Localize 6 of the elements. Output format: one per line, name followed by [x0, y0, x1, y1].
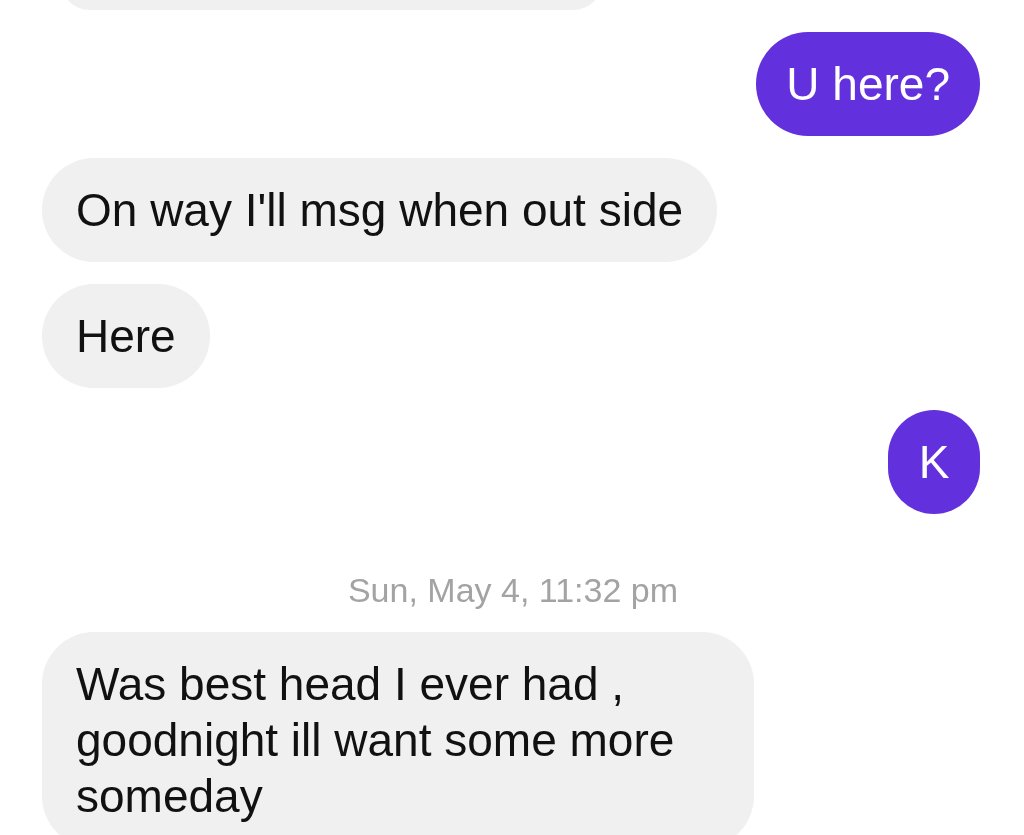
- message-bubble: Was best head I ever had , goodnight ill want some more someday: [42, 632, 754, 835]
- message-bubble: K: [888, 410, 980, 514]
- message-bubble: On way I'll msg when out side: [42, 158, 718, 262]
- timestamp: Sun, May 4, 11:32 pm: [347, 570, 679, 610]
- message-bubble: Here: [42, 284, 210, 388]
- message-bubble: U here?: [756, 32, 980, 136]
